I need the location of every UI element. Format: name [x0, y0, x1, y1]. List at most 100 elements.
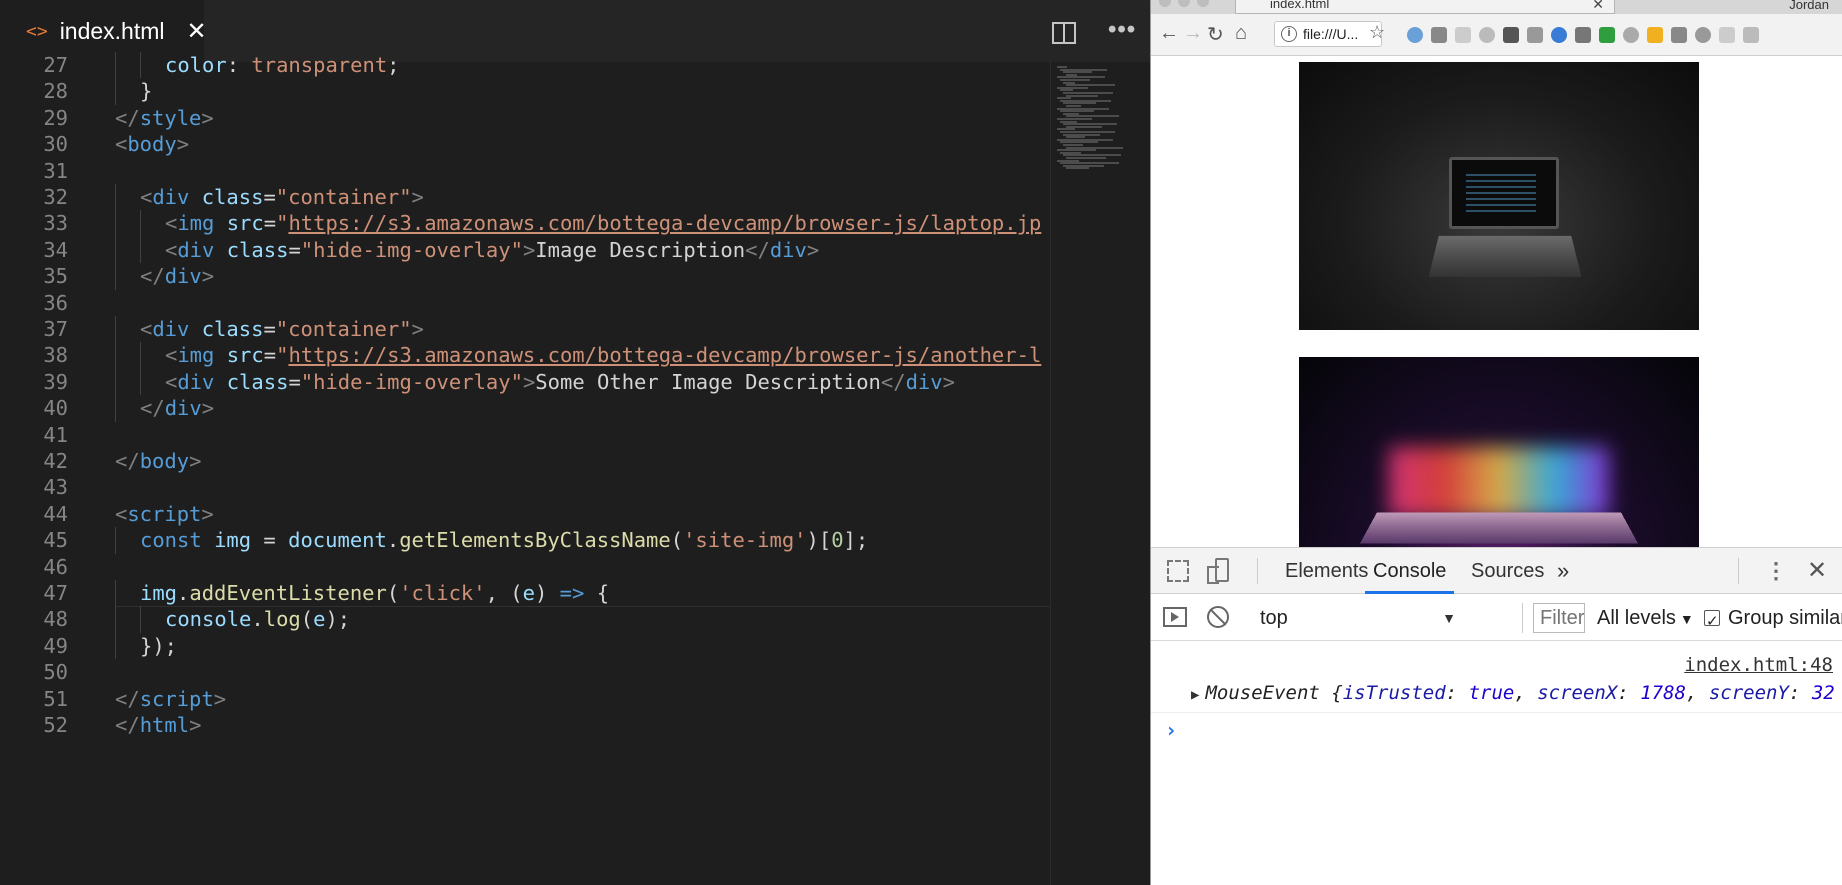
code-line[interactable]: 37 <div class="container">	[0, 316, 1050, 343]
bookmark-star-icon[interactable]: ☆	[1369, 22, 1385, 43]
another-laptop-photo[interactable]	[1299, 357, 1699, 547]
extension-icon[interactable]	[1599, 27, 1615, 43]
home-icon[interactable]: ⌂	[1235, 22, 1247, 45]
page-viewport[interactable]	[1151, 57, 1842, 547]
minimize-window-button[interactable]	[1178, 0, 1190, 7]
extension-icon[interactable]	[1503, 27, 1519, 43]
tab-sources[interactable]: Sources	[1465, 548, 1550, 594]
profile-name[interactable]: Jordan	[1789, 0, 1829, 12]
extension-icon[interactable]	[1575, 27, 1591, 43]
log-key: screenY	[1708, 682, 1789, 704]
code-line[interactable]: 36	[0, 290, 1050, 316]
extension-icon[interactable]	[1623, 27, 1639, 43]
code-token: html	[139, 713, 190, 737]
code-line[interactable]: 30 <body>	[0, 131, 1050, 157]
console-output[interactable]: index.html:48 ▶ MouseEvent {isTrusted: tr…	[1151, 642, 1842, 885]
code-line[interactable]: 43	[0, 474, 1050, 500]
minimap[interactable]	[1050, 62, 1150, 885]
code-line[interactable]: 41	[0, 422, 1050, 448]
code-line[interactable]: 35 </div>	[0, 263, 1050, 290]
info-icon[interactable]: i	[1281, 26, 1297, 42]
code-line[interactable]: 46	[0, 554, 1050, 580]
console-log-entry[interactable]: ▶ MouseEvent {isTrusted: true, screenX: 1…	[1191, 682, 1835, 704]
code-line[interactable]: 29 </style>	[0, 105, 1050, 131]
console-sidebar-icon[interactable]	[1163, 607, 1187, 627]
code-line[interactable]: 47 img.addEventListener('click', (e) => {	[0, 580, 1050, 607]
code-token: img	[177, 211, 215, 236]
code-token: (	[386, 581, 400, 605]
extension-icon[interactable]	[1719, 27, 1735, 43]
group-similar-checkbox[interactable]: Group similar	[1704, 603, 1842, 637]
extension-icon[interactable]	[1695, 27, 1711, 43]
tab-console[interactable]: Console	[1365, 548, 1455, 594]
code-line[interactable]: 44 <script>	[0, 501, 1050, 527]
code-line[interactable]: 33 <img src="https://s3.amazonaws.com/bot…	[0, 210, 1050, 237]
checkbox-checked-icon[interactable]	[1704, 607, 1720, 637]
split-editor-icon[interactable]	[1052, 22, 1076, 44]
laptop-photo[interactable]	[1299, 62, 1699, 330]
code-line[interactable]: 27 color: transparent;	[0, 52, 1050, 79]
code-line[interactable]: 49});	[0, 632, 1050, 660]
code-text: <div class="hide-img-overlay">Some Other…	[165, 369, 955, 395]
extension-icon[interactable]	[1527, 27, 1543, 43]
extension-icon[interactable]	[1407, 27, 1423, 43]
code-line[interactable]: 42 </body>	[0, 448, 1050, 474]
code-token: e	[522, 581, 535, 605]
indent-guide	[115, 527, 116, 554]
close-devtools-icon[interactable]: ✕	[1807, 556, 1827, 585]
more-tabs-icon[interactable]: »	[1557, 548, 1569, 594]
tab-elements[interactable]: Elements	[1279, 548, 1374, 594]
inspect-element-icon[interactable]	[1167, 560, 1189, 582]
extension-icon[interactable]	[1479, 27, 1495, 43]
expand-triangle-icon[interactable]: ▶	[1191, 687, 1199, 703]
code-token: src	[226, 343, 264, 368]
extension-icon[interactable]	[1671, 27, 1687, 43]
code-line[interactable]: 52 </html>	[0, 712, 1050, 738]
code-token: , (	[485, 581, 523, 605]
code-token: >	[522, 237, 536, 262]
code-line[interactable]: 50	[0, 659, 1050, 685]
code-line[interactable]: 38 <img src="https://s3.amazonaws.com/bot…	[0, 342, 1050, 369]
close-tab-icon[interactable]: ✕	[187, 17, 207, 46]
browser-tab[interactable]: index.html ✕	[1235, 0, 1615, 14]
code-line[interactable]: 32 <div class="container">	[0, 184, 1050, 211]
code-line[interactable]: 31	[0, 158, 1050, 184]
back-icon[interactable]: ←	[1159, 22, 1179, 45]
extension-icon[interactable]	[1743, 27, 1759, 43]
maximize-window-button[interactable]	[1197, 0, 1209, 7]
source-link[interactable]: index.html:48	[1684, 654, 1833, 676]
device-toolbar-icon[interactable]	[1207, 558, 1229, 584]
clear-console-icon[interactable]	[1207, 606, 1229, 628]
address-bar[interactable]: i file:///U...	[1274, 21, 1382, 47]
code-token: =	[288, 369, 301, 394]
code-line[interactable]: 48 console.log(e);	[0, 606, 1050, 633]
code-line[interactable]: 28}	[0, 78, 1050, 105]
code-line[interactable]: 40 </div>	[0, 395, 1050, 422]
code-line[interactable]: 51 </script>	[0, 686, 1050, 712]
extension-icon[interactable]	[1455, 27, 1471, 43]
extension-icon[interactable]	[1431, 27, 1447, 43]
code-line[interactable]: 45 const img = document.getElementsByClas…	[0, 527, 1050, 554]
indent-guide	[115, 368, 116, 396]
code-line[interactable]: 34 <div class="hide-img-overlay">Image De…	[0, 236, 1050, 264]
code-token: <	[115, 501, 128, 526]
code-editor[interactable]: <> index.html ✕ ••• 27 color: transparent…	[0, 0, 1150, 885]
context-selector[interactable]: top ▼	[1256, 603, 1456, 633]
code-line[interactable]: 39 <div class="hide-img-overlay">Some Oth…	[0, 368, 1050, 396]
close-browser-tab-icon[interactable]: ✕	[1592, 0, 1604, 11]
filter-input[interactable]	[1533, 603, 1585, 633]
extension-icon[interactable]	[1551, 27, 1567, 43]
reload-icon[interactable]: ↻	[1207, 22, 1224, 47]
code-area[interactable]: 27 color: transparent; 28} 29 </style> 30 <bod…	[0, 52, 1050, 885]
console-prompt-icon[interactable]: ›	[1165, 718, 1177, 742]
close-window-button[interactable]	[1159, 0, 1171, 7]
forward-icon[interactable]: →	[1183, 22, 1203, 45]
more-actions-icon[interactable]: •••	[1108, 16, 1136, 44]
devtools-menu-icon[interactable]: ⋮	[1765, 558, 1787, 584]
code-text: </script>	[115, 686, 226, 712]
log-levels-dropdown[interactable]: All levels ▼	[1597, 603, 1694, 634]
extension-icon[interactable]	[1647, 27, 1663, 43]
log-value: 1788	[1640, 682, 1686, 704]
